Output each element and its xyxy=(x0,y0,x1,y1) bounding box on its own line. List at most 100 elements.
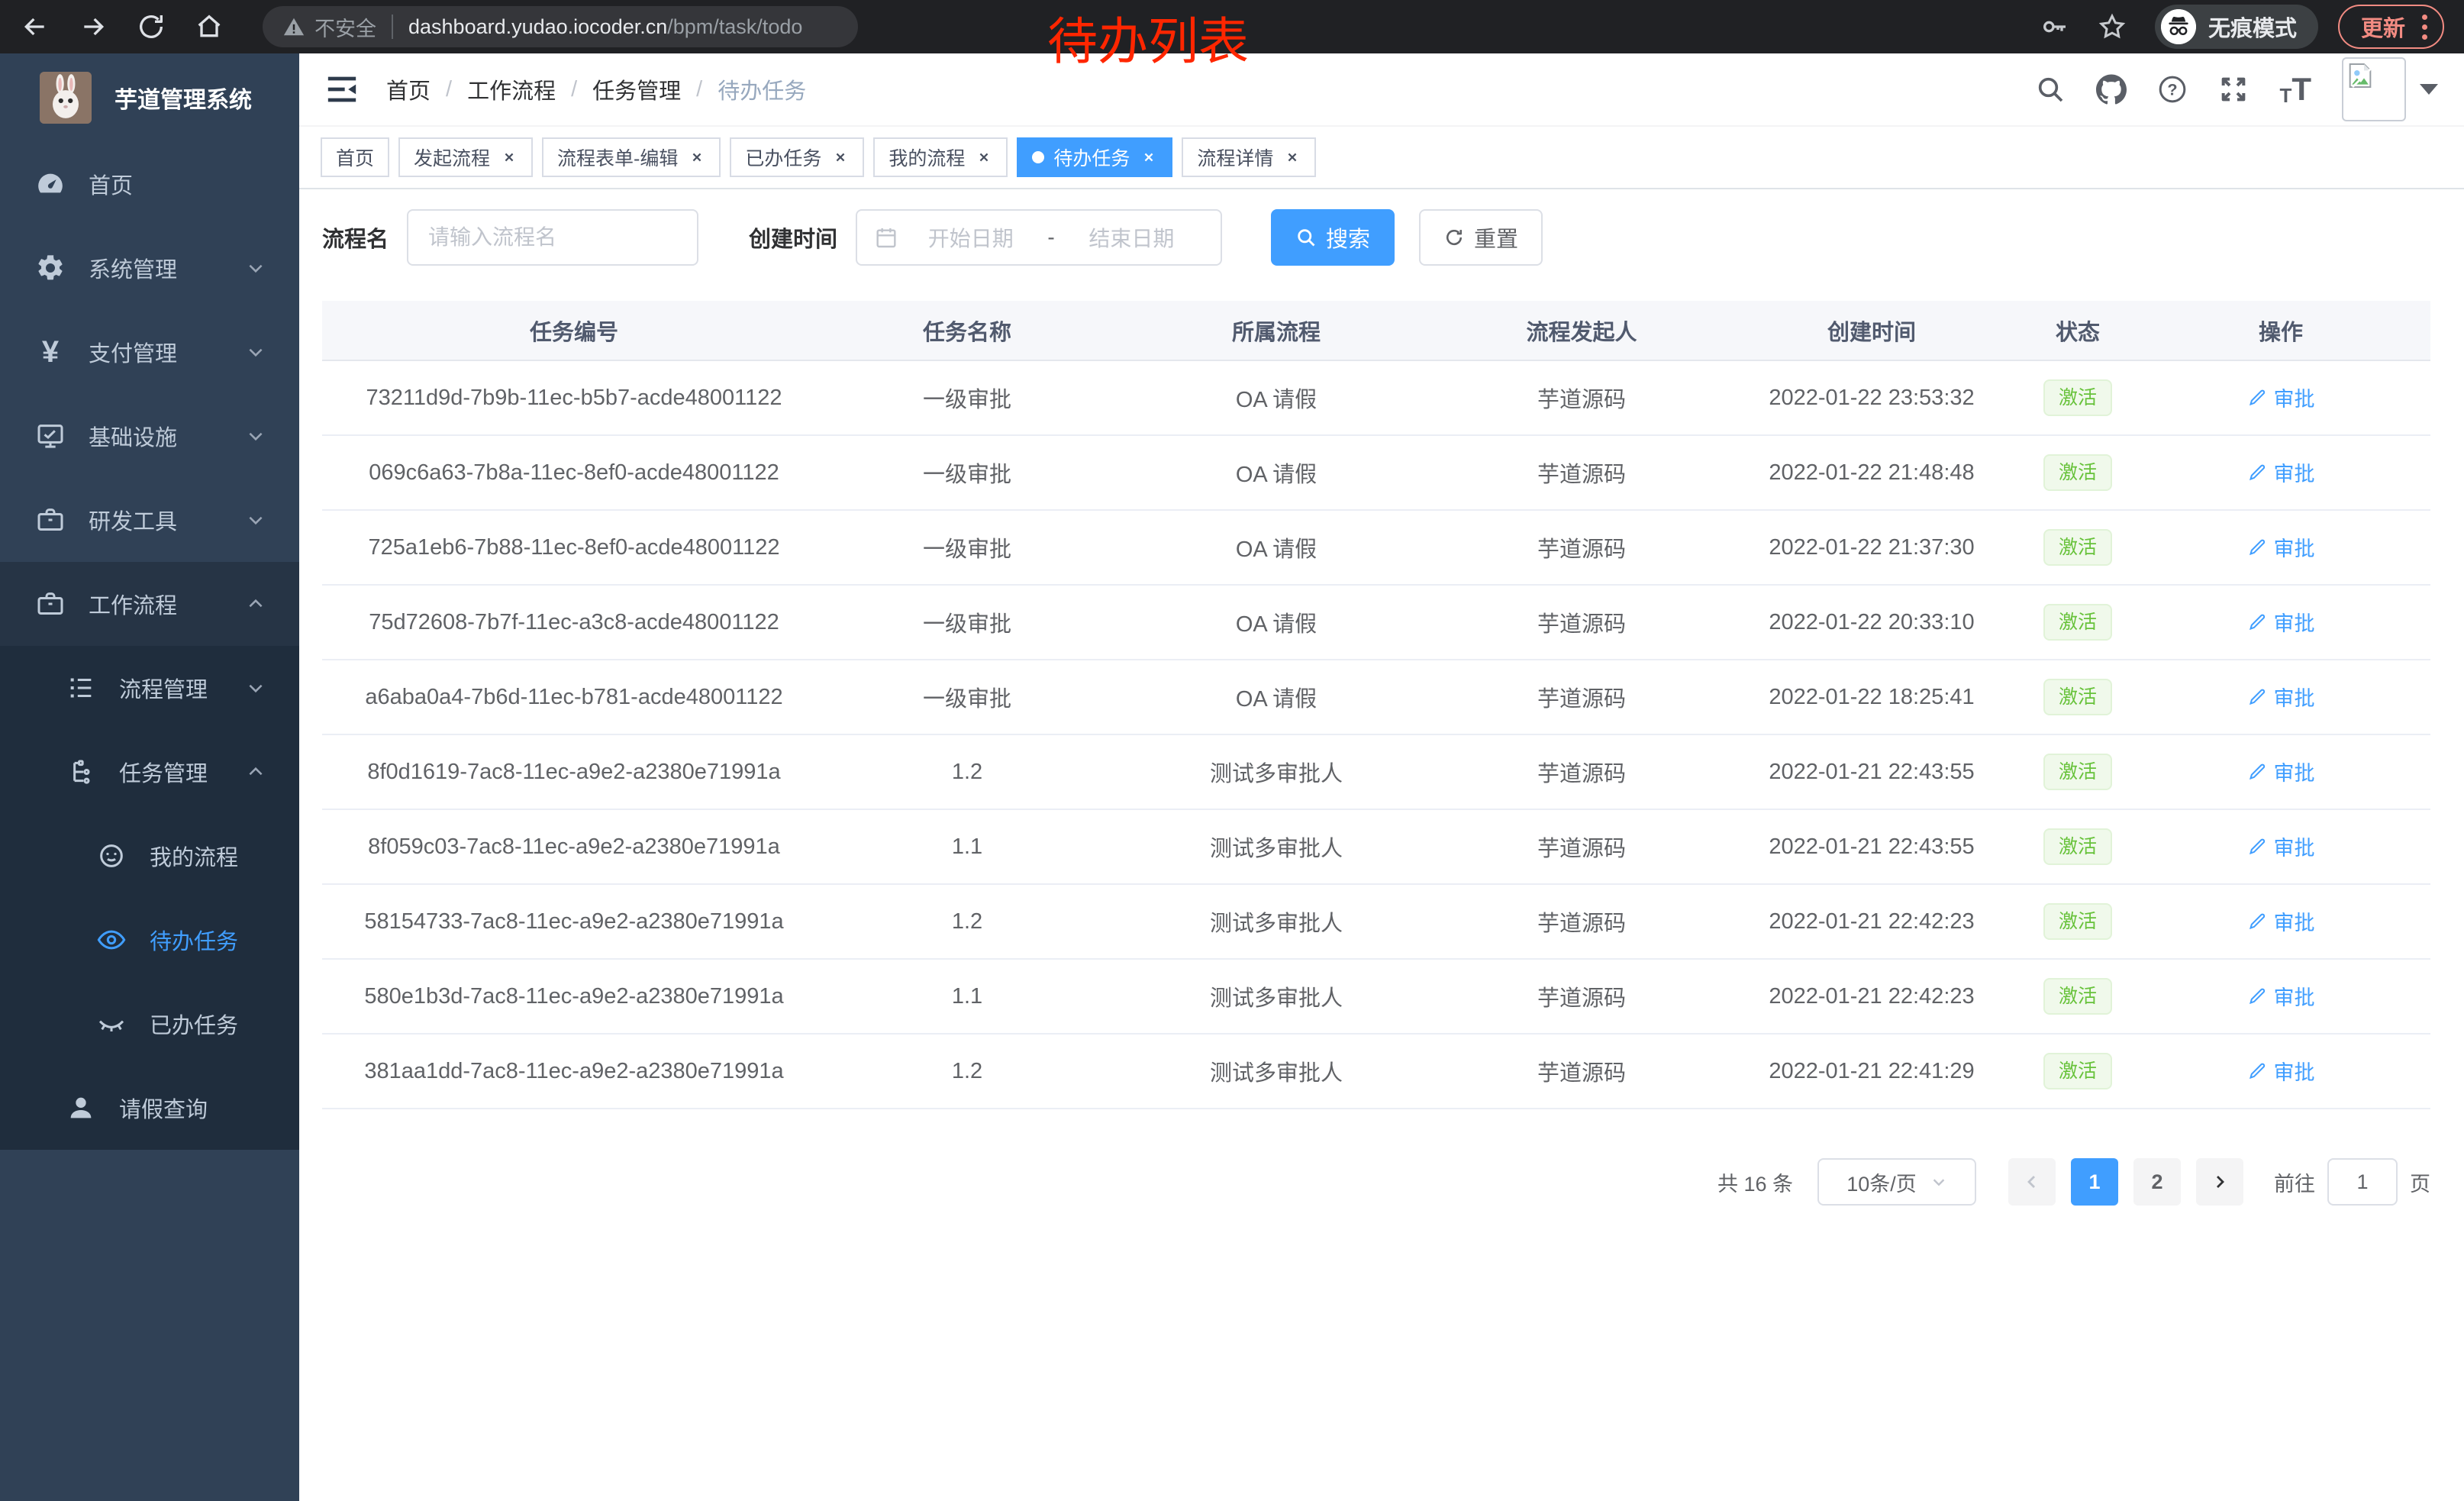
page-2-button[interactable]: 2 xyxy=(2133,1158,2181,1206)
chrome-update-button[interactable]: 更新 xyxy=(2338,5,2444,49)
approve-label: 审批 xyxy=(2274,757,2315,786)
tab-form-edit[interactable]: 流程表单-编辑 xyxy=(542,137,721,177)
sidebar-item-home[interactable]: 首页 xyxy=(0,142,299,226)
close-icon[interactable] xyxy=(689,149,705,166)
page-size-select[interactable]: 10条/页 xyxy=(1817,1158,1976,1206)
next-page-button[interactable] xyxy=(2196,1158,2243,1206)
close-icon[interactable] xyxy=(832,149,849,166)
approve-link[interactable]: 审批 xyxy=(2247,757,2315,786)
approve-link[interactable]: 审批 xyxy=(2247,831,2315,861)
prev-page-button[interactable] xyxy=(2008,1158,2056,1206)
active-tab-dot xyxy=(1032,151,1044,163)
edit-icon xyxy=(2247,986,2268,1006)
browser-menu-icon[interactable] xyxy=(2422,15,2427,40)
back-icon[interactable] xyxy=(20,11,50,42)
cell-task-name: 1.2 xyxy=(826,734,1108,809)
approve-link[interactable]: 审批 xyxy=(2247,1056,2315,1086)
security-label[interactable]: 不安全 xyxy=(314,12,376,42)
col-header-process: 所属流程 xyxy=(1108,301,1444,360)
bookmark-star-icon[interactable] xyxy=(2097,11,2127,42)
cell-task-name: 一级审批 xyxy=(826,660,1108,734)
sidebar-item-process-mgmt[interactable]: 流程管理 xyxy=(0,646,299,730)
fullscreen-icon[interactable] xyxy=(2218,74,2249,105)
sidebar-item-my-process[interactable]: 我的流程 xyxy=(0,814,299,898)
date-range-picker[interactable]: 开始日期 - 结束日期 xyxy=(856,209,1222,266)
goto-page-input[interactable] xyxy=(2327,1158,2398,1206)
end-date-placeholder[interactable]: 结束日期 xyxy=(1059,222,1204,253)
status-badge: 激活 xyxy=(2043,379,2112,417)
sidebar-item-workflow[interactable]: 工作流程 xyxy=(0,562,299,646)
sidebar-item-devtools[interactable]: 研发工具 xyxy=(0,478,299,562)
cell-created: 2022-01-22 18:25:41 xyxy=(1719,660,2024,734)
sidebar-item-system[interactable]: 系统管理 xyxy=(0,226,299,310)
sidebar-item-todo-tasks[interactable]: 待办任务 xyxy=(0,898,299,982)
forward-icon[interactable] xyxy=(78,11,108,42)
avatar[interactable] xyxy=(2342,57,2406,121)
col-header-created: 创建时间 xyxy=(1719,301,2024,360)
incognito-badge: 无痕模式 xyxy=(2155,5,2318,49)
approve-link[interactable]: 审批 xyxy=(2247,607,2315,637)
edit-icon xyxy=(2247,686,2268,707)
password-key-icon[interactable] xyxy=(2039,11,2069,42)
list-icon xyxy=(64,671,98,705)
status-badge: 激活 xyxy=(2043,604,2112,641)
sidebar-item-label: 支付管理 xyxy=(89,336,177,368)
process-name-input[interactable] xyxy=(407,209,698,266)
approve-link[interactable]: 审批 xyxy=(2247,383,2315,412)
chevron-down-icon xyxy=(246,342,266,362)
github-icon[interactable] xyxy=(2096,74,2127,105)
sidebar-item-infrastructure[interactable]: 基础设施 xyxy=(0,394,299,478)
breadcrumb-separator: / xyxy=(571,77,577,102)
approve-link[interactable]: 审批 xyxy=(2247,906,2315,936)
reload-icon[interactable] xyxy=(136,11,166,42)
approve-link[interactable]: 审批 xyxy=(2247,532,2315,562)
approve-label: 审批 xyxy=(2274,1056,2315,1086)
sidebar-item-task-mgmt[interactable]: 任务管理 xyxy=(0,730,299,814)
page-1-button[interactable]: 1 xyxy=(2071,1158,2118,1206)
sidebar-collapse-icon[interactable] xyxy=(325,74,359,105)
home-icon[interactable] xyxy=(194,11,224,42)
close-icon[interactable] xyxy=(976,149,992,166)
cell-process: 测试多审批人 xyxy=(1108,884,1444,959)
approve-label: 审批 xyxy=(2274,682,2315,712)
tab-todo-tasks[interactable]: 待办任务 xyxy=(1017,137,1172,177)
sidebar-item-done-tasks[interactable]: 已办任务 xyxy=(0,982,299,1066)
chevron-down-icon xyxy=(246,258,266,278)
start-date-placeholder[interactable]: 开始日期 xyxy=(898,222,1043,253)
close-icon[interactable] xyxy=(501,149,518,166)
help-icon[interactable]: ? xyxy=(2157,74,2188,105)
breadcrumb-workflow[interactable]: 工作流程 xyxy=(467,73,556,105)
tab-process-detail[interactable]: 流程详情 xyxy=(1182,137,1316,177)
search-icon[interactable] xyxy=(2035,74,2066,105)
cell-process: 测试多审批人 xyxy=(1108,1034,1444,1109)
table-row: 725a1eb6-7b88-11ec-8ef0-acde48001122 一级审… xyxy=(322,510,2430,585)
cell-starter: 芋道源码 xyxy=(1444,435,1719,510)
sidebar-item-label: 请假查询 xyxy=(119,1092,208,1124)
sidebar-item-leave-query[interactable]: 请假查询 xyxy=(0,1066,299,1150)
tab-start-process[interactable]: 发起流程 xyxy=(398,137,533,177)
search-button[interactable]: 搜索 xyxy=(1271,209,1395,266)
sidebar-item-payment[interactable]: ¥ 支付管理 xyxy=(0,310,299,394)
tab-home[interactable]: 首页 xyxy=(321,137,389,177)
approve-link[interactable]: 审批 xyxy=(2247,981,2315,1011)
approve-link[interactable]: 审批 xyxy=(2247,682,2315,712)
reset-button[interactable]: 重置 xyxy=(1419,209,1543,266)
goto-unit-label: 页 xyxy=(2410,1167,2430,1197)
edit-icon xyxy=(2247,462,2268,483)
text-size-icon[interactable]: TT xyxy=(2279,73,2311,105)
tab-done-tasks[interactable]: 已办任务 xyxy=(730,137,864,177)
close-icon[interactable] xyxy=(1140,149,1157,166)
cell-created: 2022-01-22 23:53:32 xyxy=(1719,360,2024,435)
breadcrumb-task-mgmt[interactable]: 任务管理 xyxy=(592,73,681,105)
url-separator xyxy=(392,15,393,39)
approve-link[interactable]: 审批 xyxy=(2247,457,2315,487)
tab-my-process[interactable]: 我的流程 xyxy=(873,137,1008,177)
sidebar-item-label: 我的流程 xyxy=(150,840,238,872)
breadcrumb-home[interactable]: 首页 xyxy=(386,73,431,105)
filter-form: 流程名 创建时间 开始日期 - 结束日期 搜索 重置 xyxy=(322,209,2430,266)
close-icon[interactable] xyxy=(1284,149,1301,166)
avatar-dropdown-caret[interactable] xyxy=(2420,84,2438,95)
url-text[interactable]: dashboard.yudao.iocoder.cn/bpm/task/todo xyxy=(408,15,802,39)
address-bar[interactable]: 不安全 dashboard.yudao.iocoder.cn/bpm/task/… xyxy=(263,6,858,47)
app-logo-row[interactable]: 芋道管理系统 xyxy=(0,53,299,142)
